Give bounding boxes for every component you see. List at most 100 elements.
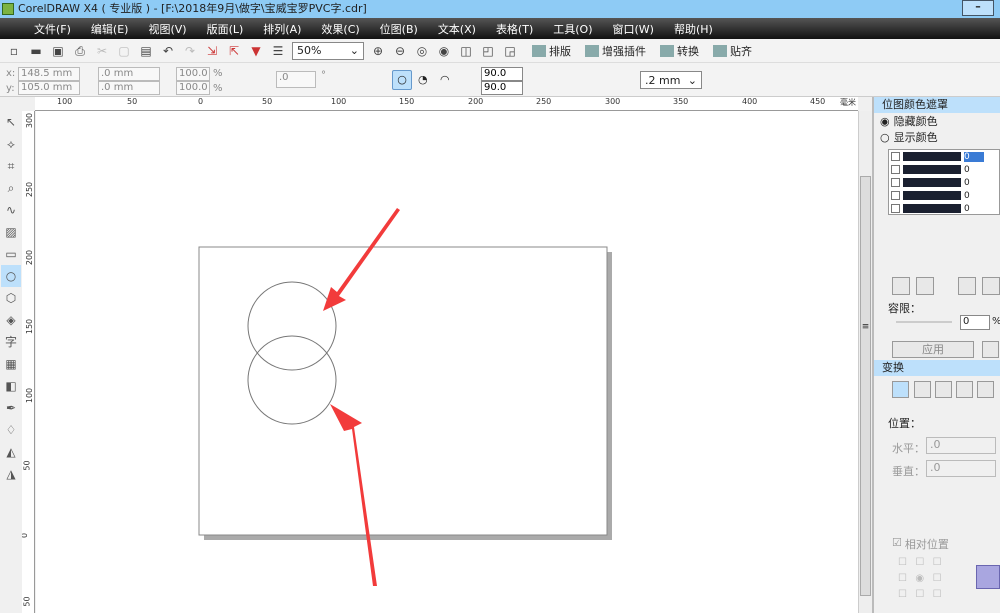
start-angle-field[interactable]: 90.0 [481,67,523,81]
menu-bar: 文件(F) 编辑(E) 视图(V) 版面(L) 排列(A) 效果(C) 位图(B… [0,18,1000,39]
radio-icon: ○ [880,130,890,144]
ellipse-mode-button[interactable]: ○ [392,70,412,90]
hide-color-radio[interactable]: ◉ 隐藏颜色 [874,113,1000,129]
snap-button[interactable]: 贴齐 [713,43,752,59]
rectangle-tool-icon[interactable]: ▭ [1,243,21,265]
height-field[interactable]: .0 mm [98,81,160,95]
edit-color-button[interactable] [916,277,934,295]
x-position-field[interactable]: 148.5 mm [18,67,80,81]
scale-y-field[interactable]: 100.0 [176,81,210,95]
end-angle-field[interactable]: 90.0 [481,81,523,95]
launcher-icon[interactable]: ▼ [248,43,264,59]
color-list-value: 0 [964,190,970,201]
menu-effects[interactable]: 效果(C) [311,21,369,37]
pick-tool-icon[interactable]: ↖ [1,111,21,133]
zoom-all-icon[interactable]: ◉ [436,43,452,59]
plugin-layout-button[interactable]: 排版 [532,43,571,59]
zoom-selected-icon[interactable]: ◎ [414,43,430,59]
vertical-scrollbar[interactable]: ≡ [858,111,872,613]
tolerance-slider[interactable] [896,321,952,323]
import-icon[interactable]: ⇲ [204,43,220,59]
save-icon[interactable]: ▣ [50,43,66,59]
open-icon[interactable]: ▬ [28,43,44,59]
tolerance-field[interactable]: 0 [960,315,990,330]
undo-icon[interactable]: ↶ [160,43,176,59]
shape-tool-icon[interactable]: ⟡ [1,133,21,155]
apply-button[interactable]: 应用 [892,341,974,358]
save-mask-button[interactable] [958,277,976,295]
zoom-page-icon[interactable]: ◫ [458,43,474,59]
relative-position-checkbox[interactable]: ☑ 相对位置 [892,536,949,552]
position-tab-icon[interactable] [892,381,909,398]
copy-icon[interactable]: ▢ [116,43,132,59]
skew-tab-icon[interactable] [977,381,994,398]
smart-fill-icon[interactable]: ▨ [1,221,21,243]
menu-arrange[interactable]: 排列(A) [253,21,311,37]
menu-table[interactable]: 表格(T) [486,21,543,37]
ellipse-tool-icon[interactable]: ○ [1,265,21,287]
menu-window[interactable]: 窗口(W) [603,21,664,37]
interactive-tool-icon[interactable]: ◧ [1,375,21,397]
scroll-thumb[interactable]: ≡ [860,176,871,596]
zoom-out-icon[interactable]: ⊖ [392,43,408,59]
zoom-height-icon[interactable]: ◲ [502,43,518,59]
minimize-button[interactable]: – [962,0,994,16]
label: 增强插件 [602,44,646,58]
eyedropper-button[interactable] [892,277,910,295]
menu-help[interactable]: 帮助(H) [664,21,723,37]
interactive-fill-icon[interactable]: ◮ [1,463,21,485]
menu-tools[interactable]: 工具(O) [543,21,602,37]
paste-icon[interactable]: ▤ [138,43,154,59]
scale-x-field[interactable]: 100.0 [176,67,210,81]
options-icon[interactable]: ☰ [270,43,286,59]
print-icon[interactable]: ⎙ [72,43,88,59]
label: 显示颜色 [893,131,938,144]
export-icon[interactable]: ⇱ [226,43,242,59]
color-list[interactable]: 0 0 0 0 0 [888,149,1000,215]
vertical-field[interactable]: .0 [926,460,996,477]
rotate-tab-icon[interactable] [914,381,931,398]
color-list-value: 0 [964,203,970,214]
horizontal-field[interactable]: .0 [926,437,996,454]
plugin-enhance-button[interactable]: 增强插件 [585,43,646,59]
arc-mode-icon[interactable]: ◠ [440,73,450,86]
text-tool-icon[interactable]: 字 [1,331,21,353]
zoom-in-icon[interactable]: ⊕ [370,43,386,59]
new-icon[interactable]: ▫ [6,43,22,59]
menu-edit[interactable]: 编辑(E) [81,21,139,37]
drawing-canvas[interactable] [36,111,858,613]
freehand-tool-icon[interactable]: ∿ [1,199,21,221]
redo-icon[interactable]: ↷ [182,43,198,59]
width-field[interactable]: .0 mm [98,67,160,81]
rotation-field[interactable]: .0 [276,71,316,88]
outline-tool-icon[interactable]: ♢ [1,419,21,441]
cut-icon[interactable]: ✂ [94,43,110,59]
y-position-field[interactable]: 105.0 mm [18,81,80,95]
anchor-grid[interactable]: ☐ ☐ ☐ ☐ ◉ ☐ ☐ ☐ ☐ [898,557,950,605]
zoom-tool-icon[interactable]: ⌕ [1,177,21,199]
delete-icon[interactable] [982,341,999,358]
eyedropper-icon[interactable]: ✒ [1,397,21,419]
zoom-width-icon[interactable]: ◰ [480,43,496,59]
open-mask-button[interactable] [982,277,1000,295]
toolbox: ↖ ⟡ ⌗ ⌕ ∿ ▨ ▭ ○ ⬡ ◈ 字 ▦ ◧ ✒ ♢ ◭ ◮ [0,111,22,613]
polygon-tool-icon[interactable]: ⬡ [1,287,21,309]
show-color-radio[interactable]: ○ 显示颜色 [874,129,1000,145]
crop-tool-icon[interactable]: ⌗ [1,155,21,177]
basic-shapes-icon[interactable]: ◈ [1,309,21,331]
zoom-select[interactable]: 50% ⌄ [292,41,364,60]
pie-mode-icon[interactable]: ◔ [418,73,428,86]
label: 相对位置 [904,538,949,551]
menu-text[interactable]: 文本(X) [428,21,486,37]
outline-width-select[interactable]: .2 mm ⌄ [640,71,702,89]
plugin-convert-button[interactable]: 转换 [660,43,699,59]
menu-bitmaps[interactable]: 位图(B) [370,21,428,37]
ruler-tick: 50 [262,97,273,106]
size-tab-icon[interactable] [956,381,973,398]
menu-file[interactable]: 文件(F) [24,21,81,37]
table-tool-icon[interactable]: ▦ [1,353,21,375]
menu-view[interactable]: 视图(V) [138,21,196,37]
menu-layout[interactable]: 版面(L) [197,21,254,37]
fill-tool-icon[interactable]: ◭ [1,441,21,463]
scale-tab-icon[interactable] [935,381,952,398]
